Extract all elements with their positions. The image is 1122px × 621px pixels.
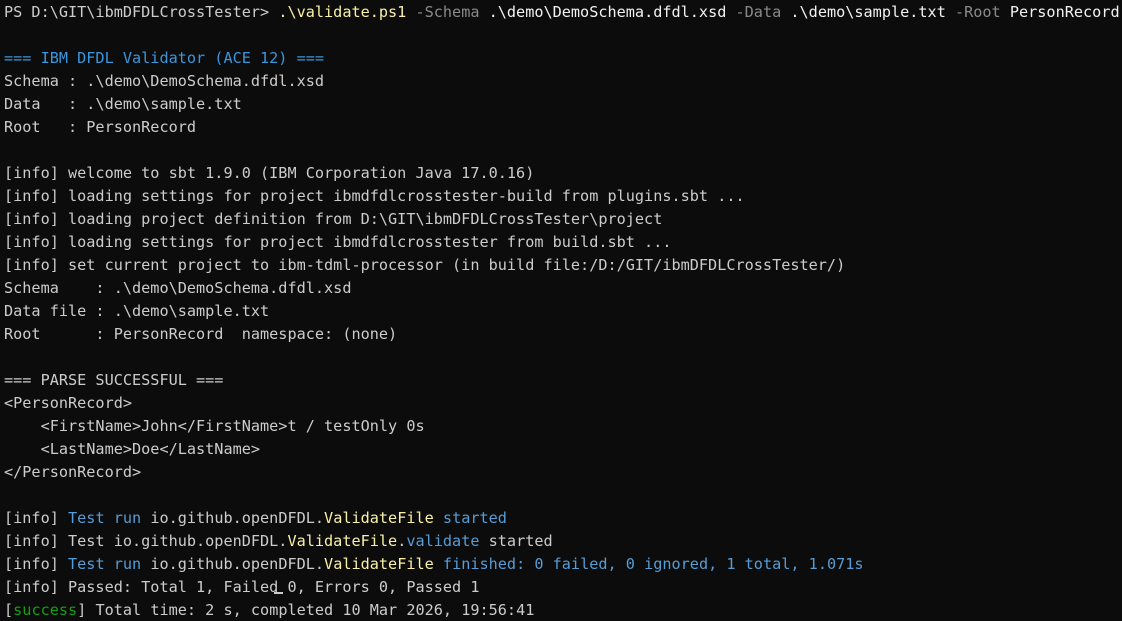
terminal-text-segment: started <box>479 532 553 550</box>
terminal-line: [info] Test run io.github.openDFDL.Valid… <box>4 552 1120 575</box>
terminal-line: === PARSE SUCCESSFUL === <box>4 368 1120 391</box>
terminal-text-segment: === PARSE SUCCESSFUL === <box>4 371 224 389</box>
terminal-text-segment: . <box>397 532 407 550</box>
terminal-text-segment: </PersonRecord> <box>4 463 142 481</box>
terminal-text-segment: Schema : .\demo\DemoSchema.dfdl.xsd <box>4 72 325 90</box>
terminal-line: <PersonRecord> <box>4 391 1120 414</box>
terminal-text-segment: Schema : .\demo\DemoSchema.dfdl.xsd <box>4 279 352 297</box>
terminal-text-segment: ] Total time: 2 s, completed 10 Mar 2026… <box>77 601 535 619</box>
terminal-line: [success] Total time: 2 s, completed 10 … <box>4 598 1120 621</box>
terminal-line: Root : PersonRecord namespace: (none) <box>4 322 1120 345</box>
terminal-text-segment: <FirstName>John</FirstName>t / testOnly … <box>4 417 425 435</box>
terminal-line: Data file : .\demo\sample.txt <box>4 299 1120 322</box>
terminal-line: [info] loading settings for project ibmd… <box>4 184 1120 207</box>
terminal-line: [info] set current project to ibm-tdml-p… <box>4 253 1120 276</box>
terminal-text-segment: Data : .\demo\sample.txt <box>4 95 242 113</box>
terminal-line: [info] loading settings for project ibmd… <box>4 230 1120 253</box>
terminal-line: Data : .\demo\sample.txt <box>4 92 1120 115</box>
terminal-text-segment: started <box>433 509 507 527</box>
terminal-text-segment: -Data <box>726 3 791 21</box>
terminal-text-segment: [info] Test io.github.openDFDL. <box>4 532 288 550</box>
terminal-line: PS D:\GIT\ibmDFDLCrossTester> .\validate… <box>4 0 1120 23</box>
terminal-text-segment: [info] <box>4 555 69 573</box>
terminal-text-segment: Test run <box>68 555 151 573</box>
terminal-text-segment: <LastName>Doe</LastName> <box>4 440 261 458</box>
terminal-line: [info] loading project definition from D… <box>4 207 1120 230</box>
terminal-line: === IBM DFDL Validator (ACE 12) === <box>4 46 1120 69</box>
terminal-text-segment: io.github.openDFDL. <box>150 555 325 573</box>
terminal-text-segment: Root : PersonRecord namespace: (none) <box>4 325 398 343</box>
terminal-text-segment: [ <box>4 601 14 619</box>
terminal-text-segment: === IBM DFDL Validator (ACE 12) === <box>4 49 325 67</box>
terminal-text-segment: .\demo\sample.txt <box>790 3 946 21</box>
terminal-text-segment: [info] loading settings for project ibmd… <box>4 187 745 205</box>
terminal-text-segment: finished: 0 failed, 0 ignored, 1 total, … <box>433 555 864 573</box>
terminal-text-segment: ValidateFile <box>287 532 398 550</box>
terminal-text-segment: Test run <box>68 509 151 527</box>
terminal-text-segment: [info] loading project definition from D… <box>4 210 663 228</box>
terminal-text-segment: [info] loading settings for project ibmd… <box>4 233 672 251</box>
terminal-line: Schema : .\demo\DemoSchema.dfdl.xsd <box>4 276 1120 299</box>
text-cursor <box>274 592 283 594</box>
terminal-line: [info] Test io.github.openDFDL.ValidateF… <box>4 529 1120 552</box>
terminal-text-segment: <PersonRecord> <box>4 394 133 412</box>
terminal-text-segment: ValidateFile <box>324 509 434 527</box>
terminal-text-segment: [info] welcome to sbt 1.9.0 (IBM Corpora… <box>4 164 535 182</box>
terminal-line: [info] Passed: Total 1, Failed 0, Errors… <box>4 575 1120 598</box>
terminal-text-segment: -Schema <box>406 3 489 21</box>
terminal-text-segment: PS D:\GIT\ibmDFDLCrossTester> <box>4 3 279 21</box>
terminal-line: Schema : .\demo\DemoSchema.dfdl.xsd <box>4 69 1120 92</box>
terminal-text-segment: io.github.openDFDL. <box>150 509 325 527</box>
terminal-text-segment: .\demo\DemoSchema.dfdl.xsd <box>488 3 727 21</box>
terminal-text-segment: success <box>13 601 78 619</box>
terminal-text-segment: .\validate.ps1 <box>278 3 407 21</box>
terminal-text-segment: validate <box>406 532 480 550</box>
terminal-text-segment: [info] set current project to ibm-tdml-p… <box>4 256 846 274</box>
terminal-text-segment: ValidateFile <box>324 555 434 573</box>
terminal-output[interactable]: PS D:\GIT\ibmDFDLCrossTester> .\validate… <box>4 0 1120 619</box>
terminal-text-segment: [info] <box>4 509 69 527</box>
terminal-line: [info] Test run io.github.openDFDL.Valid… <box>4 506 1120 529</box>
terminal-line: </PersonRecord> <box>4 460 1120 483</box>
terminal-line: <FirstName>John</FirstName>t / testOnly … <box>4 414 1120 437</box>
terminal-line: Root : PersonRecord <box>4 115 1120 138</box>
terminal-text-segment: -Root <box>945 3 1010 21</box>
terminal-text-segment: Root : PersonRecord <box>4 118 197 136</box>
terminal-text-segment: PersonRecord <box>1009 3 1120 21</box>
terminal-line: [info] welcome to sbt 1.9.0 (IBM Corpora… <box>4 161 1120 184</box>
terminal-text-segment: Data file : .\demo\sample.txt <box>4 302 270 320</box>
terminal-text-segment: [info] Passed: Total 1, Failed 0, Errors… <box>4 578 480 596</box>
terminal-line: <LastName>Doe</LastName> <box>4 437 1120 460</box>
